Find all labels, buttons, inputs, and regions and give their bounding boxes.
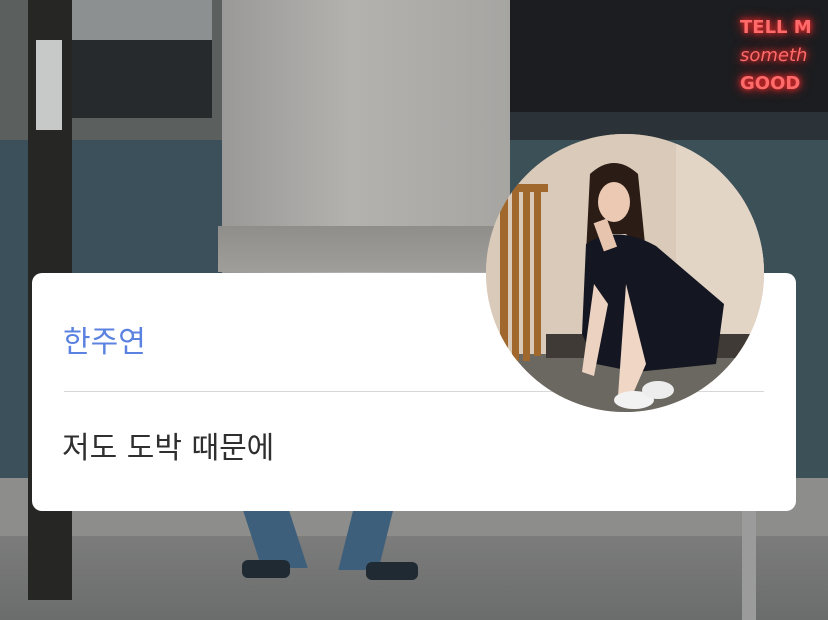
author-name[interactable]: 한주연 (63, 317, 146, 361)
neon-line-1: TELL M (740, 17, 812, 38)
neon-sign: TELL M someth GOOD (740, 14, 828, 100)
neon-line-3: GOOD (740, 73, 801, 94)
message-text: 저도 도박 때문에 (62, 431, 275, 466)
profile-photo (486, 134, 764, 412)
neon-line-2: someth (740, 45, 808, 66)
avatar[interactable] (486, 134, 764, 412)
